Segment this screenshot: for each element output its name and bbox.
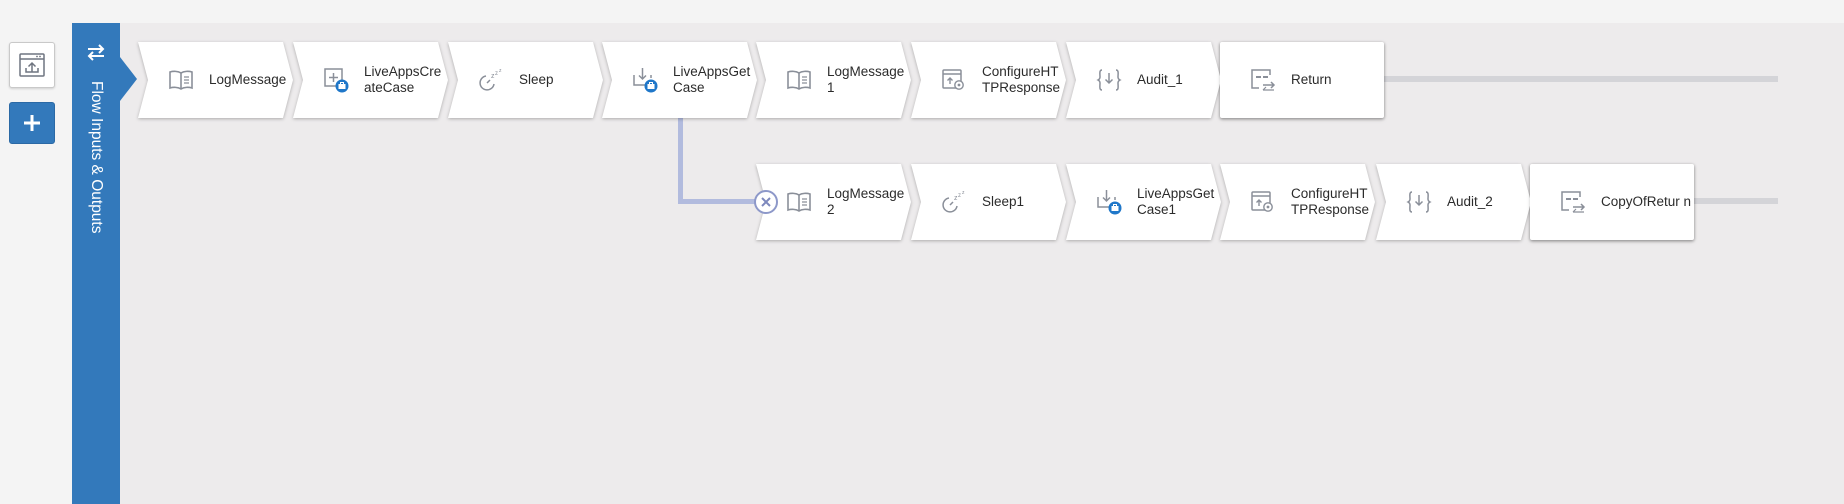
main-activity-sleep[interactable]: z z z Sleep bbox=[448, 42, 603, 118]
configure-response-icon bbox=[1250, 189, 1276, 215]
activity-label: LogMessage 1 bbox=[827, 64, 905, 95]
export-flow-icon bbox=[19, 53, 45, 77]
sleep-icon: zzz bbox=[478, 67, 504, 93]
svg-text:z: z bbox=[958, 193, 961, 199]
left-toolbar bbox=[0, 23, 72, 504]
activity-label: Audit_2 bbox=[1447, 194, 1493, 209]
activity-label: Sleep1 bbox=[982, 194, 1025, 209]
activity-label: ConfigureHT TPResponse bbox=[982, 64, 1061, 95]
activity-label: ConfigureHT TPResponse bbox=[1291, 186, 1370, 217]
activity-label: LogMessage 2 bbox=[827, 186, 905, 217]
flow-panel-pointer bbox=[120, 57, 137, 101]
error-activity-configureht-tpresponse[interactable]: ConfigureHT TPResponse bbox=[1220, 164, 1375, 240]
main-activity-liveappsget-case[interactable]: LiveAppsGet Case bbox=[602, 42, 757, 118]
error-branch-vertical-line bbox=[678, 116, 683, 204]
activity-label: LiveAppsCre ateCase bbox=[364, 64, 442, 95]
export-button[interactable] bbox=[9, 42, 55, 88]
main-activity-return[interactable]: Return bbox=[1220, 42, 1384, 118]
activity-label: LiveAppsGet Case1 bbox=[1137, 186, 1215, 217]
add-flow-button[interactable] bbox=[9, 102, 55, 144]
activity-label: LogMessage bbox=[209, 72, 287, 87]
activity-label: CopyOfRetur n bbox=[1601, 194, 1692, 209]
error-activity-copyofretur-n[interactable]: CopyOfRetur n bbox=[1530, 164, 1694, 240]
main-activity-logmessage-1[interactable]: LogMessage 1 bbox=[756, 42, 911, 118]
configure-response-icon bbox=[941, 67, 967, 93]
svg-text:z: z bbox=[499, 68, 502, 74]
flow-inputs-outputs-label: Flow Inputs & Outputs bbox=[88, 81, 105, 234]
error-branch-icon[interactable] bbox=[754, 190, 778, 214]
activity-label: LiveAppsGet Case bbox=[673, 64, 751, 95]
main-activity-configureht-tpresponse[interactable]: ConfigureHT TPResponse bbox=[911, 42, 1066, 118]
return-icon bbox=[1560, 189, 1586, 215]
book-icon bbox=[168, 67, 194, 93]
main-activity-liveappscreatecase[interactable]: LiveAppsCre ateCase bbox=[293, 42, 448, 118]
svg-text:z: z bbox=[962, 190, 965, 196]
error-activity-sleep1[interactable]: z z z Sleep1 bbox=[911, 164, 1066, 240]
liveapps-get-icon bbox=[1096, 189, 1122, 215]
error-activity-logmessage-2[interactable]: LogMessage 2 bbox=[756, 164, 911, 240]
plus-icon bbox=[24, 115, 40, 131]
top-bar bbox=[0, 0, 1844, 23]
main-activity-logmessage[interactable]: LogMessage bbox=[138, 42, 293, 118]
activity-label: Sleep bbox=[519, 72, 554, 87]
liveapps-create-icon bbox=[323, 67, 349, 93]
swap-arrows-icon[interactable] bbox=[86, 42, 106, 62]
error-branch-horizontal-line bbox=[678, 199, 758, 204]
book-icon bbox=[786, 67, 812, 93]
braces-icon bbox=[1096, 67, 1122, 93]
activity-label: Audit_1 bbox=[1137, 72, 1183, 87]
return-icon bbox=[1250, 67, 1276, 93]
error-activity-audit-2[interactable]: Audit_2 bbox=[1376, 164, 1531, 240]
sleep-icon: zzz bbox=[941, 189, 967, 215]
svg-text:z: z bbox=[495, 71, 498, 77]
main-flow-tail-line bbox=[1384, 76, 1778, 82]
error-flow-tail-line bbox=[1694, 198, 1778, 204]
book-icon bbox=[786, 189, 812, 215]
activity-label: Return bbox=[1291, 72, 1332, 87]
main-activity-audit-1[interactable]: Audit_1 bbox=[1066, 42, 1221, 118]
braces-icon bbox=[1406, 189, 1432, 215]
flow-inputs-outputs-panel[interactable]: Flow Inputs & Outputs bbox=[72, 23, 120, 504]
error-activity-liveappsget-case1[interactable]: LiveAppsGet Case1 bbox=[1066, 164, 1221, 240]
liveapps-get-icon bbox=[632, 67, 658, 93]
